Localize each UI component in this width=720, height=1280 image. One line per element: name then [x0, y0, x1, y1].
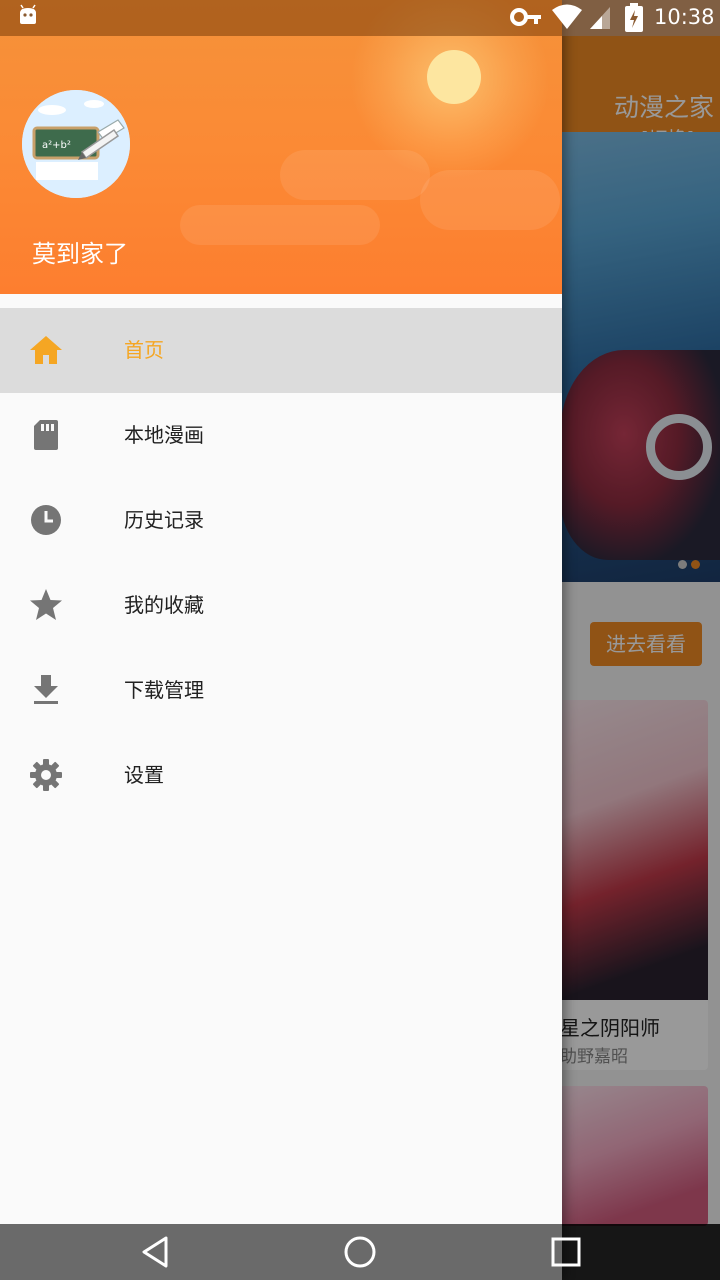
menu-item-settings[interactable]: 设置	[0, 733, 562, 818]
menu-label-home: 首页	[124, 338, 164, 362]
clock-time: 10:38	[654, 5, 715, 29]
clock-icon	[31, 505, 61, 535]
chalkboard-avatar-icon: a²+b²	[22, 90, 130, 198]
back-icon[interactable]	[138, 1234, 174, 1270]
drawer-header: a²+b² 莫到家了	[0, 0, 562, 294]
vpn-key-icon	[510, 8, 541, 26]
menu-item-downloads[interactable]: 下载管理	[0, 648, 562, 733]
cloud-shape	[280, 150, 430, 200]
sd-card-icon	[34, 420, 58, 450]
menu-item-home[interactable]: 首页	[0, 308, 562, 393]
menu-label-downloads: 下载管理	[124, 678, 204, 702]
menu-label-history: 历史记录	[124, 508, 204, 532]
cloud-shape	[420, 170, 560, 230]
download-icon	[34, 675, 58, 704]
menu-label-favorites: 我的收藏	[124, 593, 204, 617]
drawer-menu: 首页 本地漫画 历史记录 我的收藏 下载管理 设置	[0, 308, 562, 818]
battery-charging-icon	[625, 3, 643, 32]
menu-item-favorites[interactable]: 我的收藏	[0, 563, 562, 648]
navigation-drawer: a²+b² 莫到家了 首页 本地漫画 历史记录 我的收藏 下载管理 设置	[0, 0, 562, 1280]
wifi-icon	[552, 4, 582, 29]
svg-text:a²+b²: a²+b²	[42, 140, 71, 151]
star-icon	[30, 589, 62, 620]
home-icon	[30, 336, 62, 364]
cell-signal-icon	[590, 7, 610, 29]
menu-item-history[interactable]: 历史记录	[0, 478, 562, 563]
home-circle-icon[interactable]	[342, 1234, 378, 1270]
system-nav-bar	[0, 1224, 720, 1280]
menu-item-local-comics[interactable]: 本地漫画	[0, 393, 562, 478]
menu-label-settings: 设置	[124, 763, 164, 787]
avatar[interactable]: a²+b²	[22, 90, 130, 198]
cloud-shape	[180, 205, 380, 245]
user-name: 莫到家了	[32, 240, 128, 268]
menu-label-local-comics: 本地漫画	[124, 423, 204, 447]
status-bar: 10:38	[0, 0, 720, 36]
recents-icon[interactable]	[548, 1234, 584, 1270]
sun-illustration	[427, 50, 481, 104]
android-robot-icon	[20, 4, 36, 24]
gear-icon	[30, 759, 62, 791]
nav-bar-drawer-region	[0, 1224, 562, 1280]
